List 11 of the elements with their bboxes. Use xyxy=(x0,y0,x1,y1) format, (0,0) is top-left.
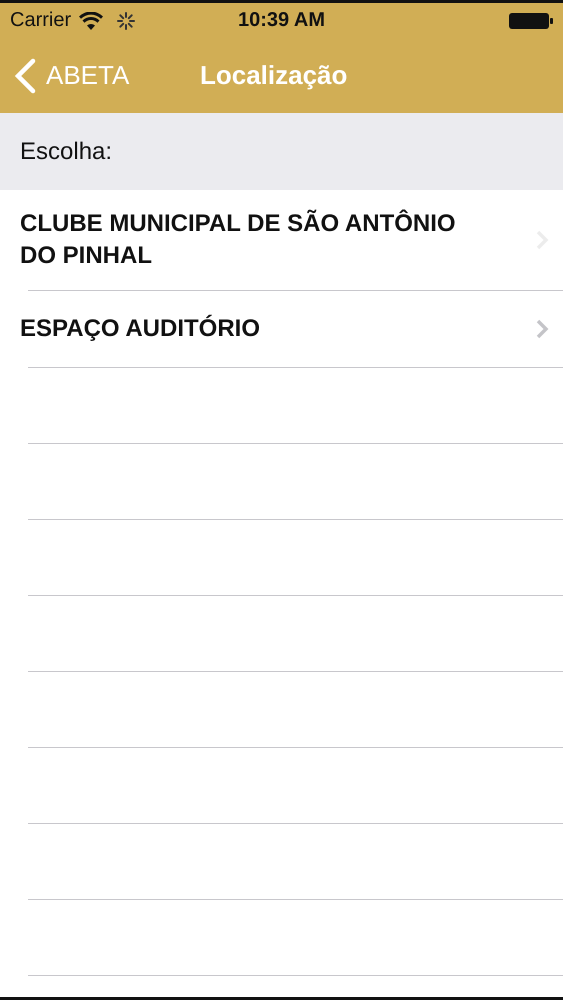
row-label: CLUBE MUNICIPAL DE SÃO ANTÔNIO DO PINHAL xyxy=(20,208,457,271)
row-label: ESPAÇO AUDITÓRIO xyxy=(20,314,262,344)
wifi-icon xyxy=(79,12,104,30)
chevron-left-icon xyxy=(14,58,36,94)
chevron-right-icon xyxy=(535,318,549,340)
section-header: Escolha: xyxy=(20,138,112,166)
spinner-icon xyxy=(117,12,136,30)
clock-time: 10:39 AM xyxy=(238,9,326,32)
screen-title: Localização xyxy=(200,60,348,91)
carrier-name: Carrier xyxy=(10,9,72,32)
battery-icon xyxy=(509,12,553,30)
